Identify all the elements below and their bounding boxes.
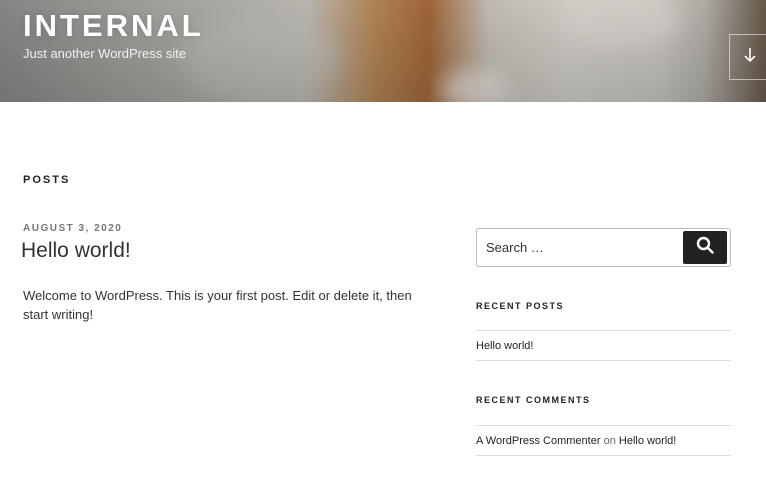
- arrow-down-icon: [743, 47, 757, 68]
- list-item: Hello world!: [476, 330, 731, 361]
- page-title: POSTS: [23, 174, 71, 186]
- recent-comments-list: A WordPress Commenter on Hello world!: [476, 425, 731, 456]
- list-item: A WordPress Commenter on Hello world!: [476, 425, 731, 456]
- post-content: Welcome to WordPress. This is your first…: [23, 288, 412, 322]
- comment-author-link[interactable]: A WordPress Commenter: [476, 435, 601, 447]
- scroll-down-button[interactable]: [729, 34, 766, 80]
- recent-comments-heading: RECENT COMMENTS: [476, 395, 591, 405]
- search-input[interactable]: Search …: [486, 240, 544, 255]
- search-button[interactable]: [683, 231, 727, 264]
- comment-connector: on: [603, 435, 616, 447]
- recent-post-link[interactable]: Hello world!: [476, 340, 533, 352]
- recent-posts-list: Hello world!: [476, 330, 731, 361]
- search-icon: [696, 236, 714, 259]
- post-date-link[interactable]: AUGUST 3, 2020: [23, 223, 122, 234]
- post-title-link[interactable]: Hello world!: [21, 239, 131, 263]
- site-tagline: Just another WordPress site: [23, 46, 187, 61]
- site-title-link[interactable]: INTERNAL: [23, 8, 204, 44]
- header-image-blur: [560, 0, 680, 50]
- comment-post-link[interactable]: Hello world!: [619, 435, 676, 447]
- header-image-blur: [180, 20, 340, 100]
- recent-posts-heading: RECENT POSTS: [476, 301, 565, 311]
- search-form: Search …: [476, 228, 731, 267]
- site-header: INTERNAL Just another WordPress site: [0, 0, 766, 102]
- header-image-blur: [440, 70, 510, 102]
